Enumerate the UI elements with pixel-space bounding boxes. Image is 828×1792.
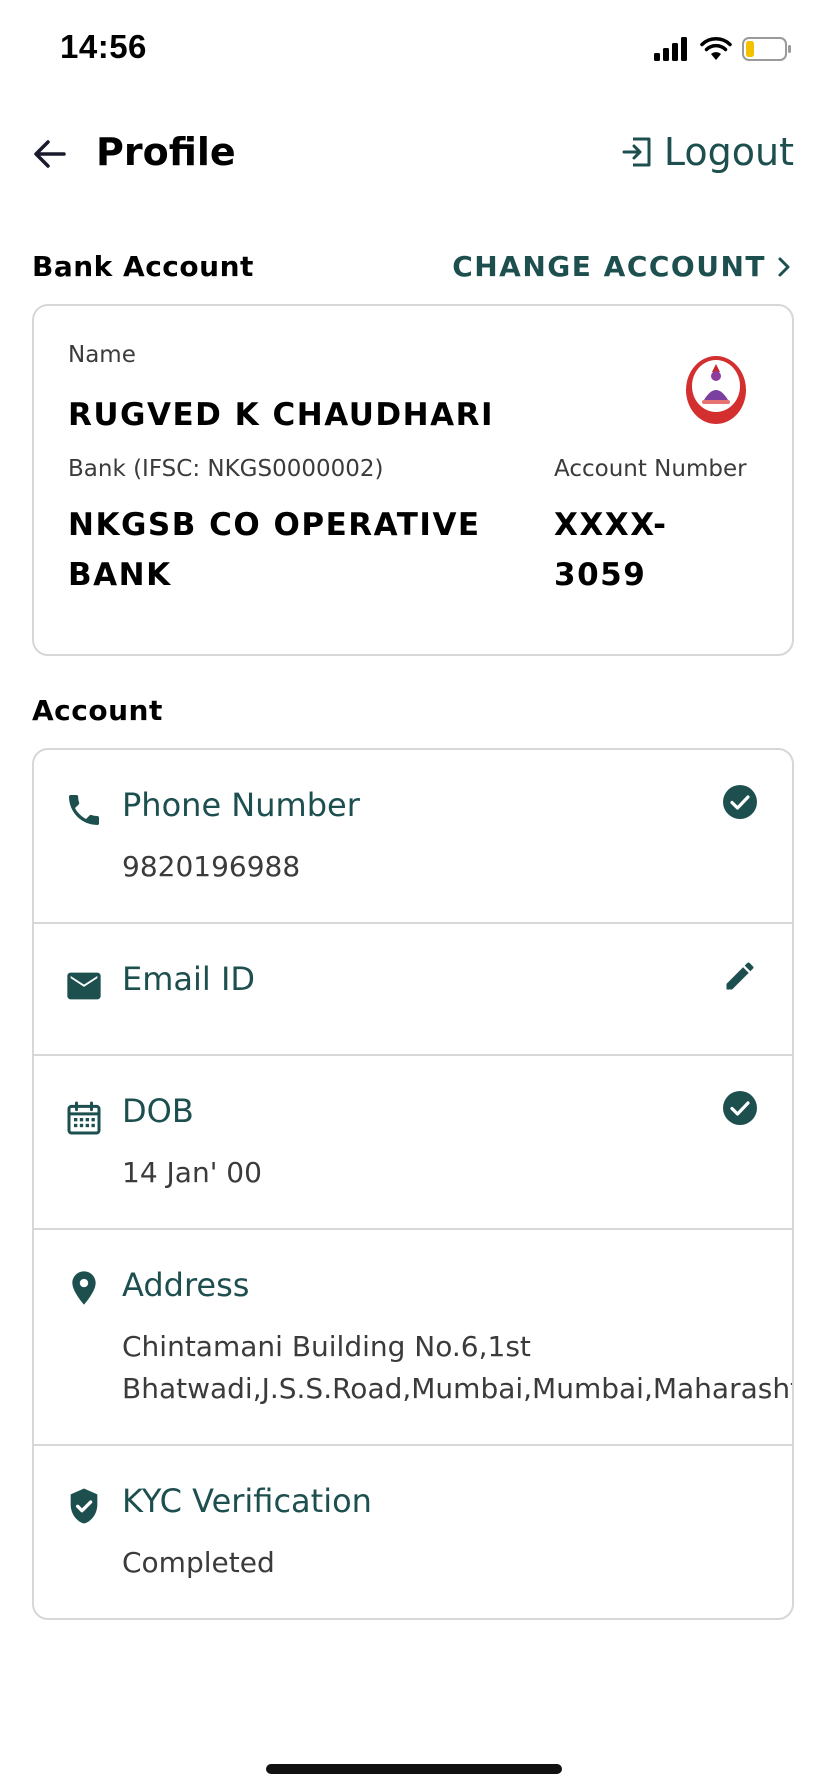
email-row[interactable]: Email ID	[34, 924, 792, 1056]
kyc-value: Completed	[122, 1546, 275, 1579]
signal-icon	[654, 37, 687, 61]
account-number-line1: XXXX-	[554, 507, 668, 543]
change-account-label: CHANGE ACCOUNT	[452, 250, 766, 283]
logout-label: Logout	[663, 130, 794, 174]
mail-icon	[67, 972, 101, 1000]
address-title: Address	[122, 1266, 250, 1304]
chevron-right-icon	[778, 257, 790, 276]
kyc-title: KYC Verification	[122, 1482, 372, 1520]
name-label: Name	[68, 342, 136, 368]
address-line1: Chintamani Building No.6,1st	[122, 1330, 531, 1363]
account-number-line2: 3059	[554, 557, 647, 593]
battery-icon	[742, 37, 791, 61]
home-indicator[interactable]	[266, 1764, 562, 1774]
bank-name-line2: BANK	[68, 557, 172, 593]
page-title: Profile	[96, 130, 236, 174]
verified-check-icon	[723, 785, 757, 819]
dob-value: 14 Jan' 00	[122, 1156, 262, 1189]
phone-icon	[69, 795, 99, 825]
bank-logo	[686, 356, 746, 424]
logout-button[interactable]: Logout	[620, 130, 794, 174]
email-title: Email ID	[122, 960, 256, 998]
edit-pencil-icon[interactable]	[722, 958, 758, 994]
location-pin-icon	[72, 1271, 96, 1305]
phone-row: Phone Number 9820196988	[34, 750, 792, 924]
account-heading: Account	[32, 694, 163, 727]
wifi-icon	[700, 37, 732, 60]
back-arrow-icon[interactable]	[30, 134, 70, 174]
status-icons	[654, 34, 792, 64]
shield-check-icon	[70, 1488, 98, 1524]
status-time: 14:56	[60, 28, 147, 65]
bank-account-heading: Bank Account	[32, 250, 254, 283]
account-number-label: Account Number	[554, 456, 747, 482]
kyc-row: KYC Verification Completed	[34, 1446, 792, 1618]
dob-row: DOB 14 Jan' 00	[34, 1056, 792, 1230]
bank-ifsc-label: Bank (IFSC: NKGS0000002)	[68, 456, 384, 482]
dob-title: DOB	[122, 1092, 194, 1130]
bank-account-card: Name RUGVED K CHAUDHARI Bank (IFSC: NKGS…	[32, 304, 794, 656]
bank-name-line1: NKGSB CO OPERATIVE	[68, 507, 481, 543]
logout-icon	[622, 137, 651, 167]
account-details-card: Phone Number 9820196988 Email ID DOB 14 …	[32, 748, 794, 1620]
address-row: Address Chintamani Building No.6,1st Bha…	[34, 1230, 792, 1446]
calendar-icon	[67, 1101, 101, 1135]
change-account-button[interactable]: CHANGE ACCOUNT	[452, 250, 792, 283]
phone-value: 9820196988	[122, 850, 301, 883]
verified-check-icon	[723, 1091, 757, 1125]
account-holder-name: RUGVED K CHAUDHARI	[68, 397, 494, 433]
address-line2: Bhatwadi,J.S.S.Road,Mumbai,Mumbai,Mahara…	[122, 1372, 794, 1405]
phone-title: Phone Number	[122, 786, 360, 824]
